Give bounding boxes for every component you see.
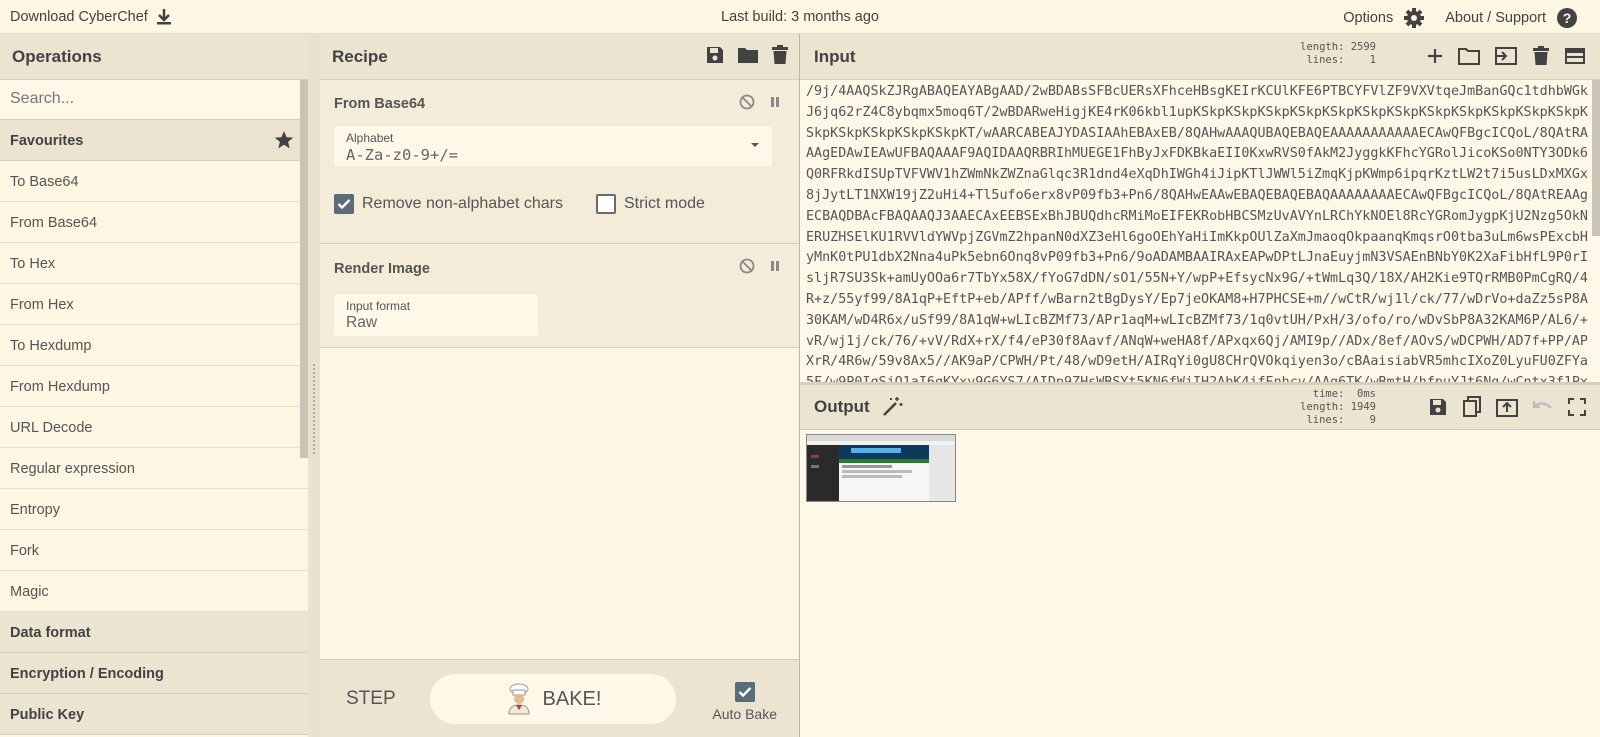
favourites-label[interactable]: Favourites <box>10 133 83 149</box>
maximize-icon[interactable] <box>1568 396 1586 418</box>
about-link[interactable]: About / Support <box>1445 10 1546 26</box>
input-stats: length: 2599 lines: 1 <box>1300 41 1376 67</box>
input-title: Input <box>814 47 856 66</box>
chef-icon[interactable] <box>505 683 533 715</box>
strict-mode-checkbox[interactable]: Strict mode <box>596 194 705 214</box>
top-banner: Download CyberChef Last build: 3 months … <box>0 0 1600 34</box>
open-folder-icon[interactable] <box>1458 46 1480 66</box>
length-label: length: <box>1300 401 1345 413</box>
operation-item[interactable]: Entropy <box>0 489 308 530</box>
layout-icon[interactable] <box>1564 46 1586 66</box>
operation-item[interactable]: To Hex <box>0 243 308 284</box>
checkbox-checked[interactable] <box>734 682 755 702</box>
input-format-label: Input format <box>346 299 411 313</box>
input-format-value[interactable]: Raw <box>346 314 377 332</box>
clear-input-icon[interactable] <box>1532 46 1550 66</box>
svg-text:?: ? <box>1563 10 1572 26</box>
pause-icon[interactable] <box>769 94 781 110</box>
operation-item[interactable]: From Hexdump <box>0 366 308 407</box>
bake-button[interactable]: BAKE! <box>430 674 676 724</box>
alphabet-value[interactable]: A-Za-z0-9+/= <box>346 146 458 164</box>
checkbox-unchecked[interactable] <box>596 194 616 214</box>
operations-title: Operations <box>12 47 102 66</box>
search-input[interactable]: Search... <box>0 80 308 120</box>
length-value: 2599 <box>1350 41 1376 53</box>
recipe-op-title: From Base64 <box>334 96 426 112</box>
recipe-op-from-base64[interactable]: From Base64 Alphabet A-Za-z0-9+/= Remove… <box>320 80 799 244</box>
operation-item[interactable]: Regular expression <box>0 448 308 489</box>
length-label: length: <box>1300 41 1345 53</box>
gear-icon[interactable] <box>1403 7 1425 29</box>
magic-wand-icon[interactable] <box>881 396 903 418</box>
options-link[interactable]: Options <box>1343 10 1393 26</box>
operations-header: Operations <box>0 34 308 80</box>
lines-value: 9 <box>1369 414 1376 426</box>
operation-item[interactable]: Fork <box>0 530 308 571</box>
input-textarea[interactable]: /9j/4AAQSkZJRgABAQEAYABgAAD/2wBDABsSFBcU… <box>800 80 1600 382</box>
category-favourites[interactable]: Favourites <box>0 120 308 161</box>
category-item[interactable]: Encryption / Encoding <box>0 653 308 694</box>
lines-label: lines: <box>1306 54 1345 66</box>
output-image <box>806 434 956 502</box>
auto-bake-toggle[interactable]: Auto Bake <box>712 682 777 722</box>
input-scrollbar[interactable] <box>1592 80 1600 236</box>
length-value: 1949 <box>1350 401 1376 413</box>
save-icon[interactable] <box>705 45 725 65</box>
operation-item[interactable]: From Base64 <box>0 202 308 243</box>
output-area[interactable] <box>800 430 1600 737</box>
bake-label[interactable]: BAKE! <box>543 688 602 711</box>
step-button[interactable]: STEP <box>346 688 396 710</box>
recipe-op-title: Render Image <box>334 261 430 277</box>
help-icon[interactable]: ? <box>1556 7 1578 29</box>
copy-icon[interactable] <box>1462 396 1482 418</box>
bake-bar: STEP BAKE! Auto Bake <box>320 659 799 737</box>
operation-item[interactable]: URL Decode <box>0 407 308 448</box>
trash-icon[interactable] <box>771 45 789 65</box>
operations-panel: Operations Search... Favourites To Base6… <box>0 34 308 737</box>
resize-handle-left[interactable] <box>308 34 320 737</box>
recipe-title: Recipe <box>332 47 388 66</box>
lines-label: lines: <box>1306 414 1345 426</box>
io-panel: Input length: 2599 lines: 1 /9j/4AAQSkZJ <box>800 34 1600 737</box>
open-file-icon[interactable] <box>1494 46 1518 66</box>
operation-item[interactable]: To Base64 <box>0 161 308 202</box>
output-title: Output <box>814 397 870 416</box>
operation-item[interactable]: Magic <box>0 571 308 612</box>
output-stats: time: 0ms length: 1949 lines: 9 <box>1300 388 1376 427</box>
checkbox-checked[interactable] <box>334 194 354 214</box>
add-tab-icon[interactable] <box>1426 46 1444 66</box>
save-output-icon[interactable] <box>1428 396 1448 418</box>
input-format-field[interactable]: Input format Raw <box>334 294 538 336</box>
star-icon[interactable] <box>274 130 294 154</box>
disable-icon[interactable] <box>739 94 755 110</box>
undo-icon[interactable] <box>1532 396 1554 418</box>
alphabet-select[interactable]: Alphabet A-Za-z0-9+/= <box>334 126 772 166</box>
disable-icon[interactable] <box>739 258 755 274</box>
recipe-panel: Recipe From Base64 Alphabet A-Za-z0-9+/=… <box>320 34 799 737</box>
operation-item[interactable]: To Hexdump <box>0 325 308 366</box>
time-label: time: <box>1312 388 1345 400</box>
strict-mode-label[interactable]: Strict mode <box>624 195 705 213</box>
operations-scrollbar[interactable] <box>300 80 308 458</box>
time-value: 0ms <box>1357 388 1376 400</box>
pause-icon[interactable] <box>769 258 781 274</box>
category-item[interactable]: Public Key <box>0 694 308 735</box>
remove-nonalphabet-label[interactable]: Remove non-alphabet chars <box>362 195 563 213</box>
replace-input-icon[interactable] <box>1496 396 1518 418</box>
alphabet-label: Alphabet <box>346 131 394 145</box>
recipe-op-render-image[interactable]: Render Image Input format Raw <box>320 244 799 348</box>
caret-down-icon[interactable] <box>750 142 760 148</box>
recipe-header: Recipe <box>320 34 799 80</box>
output-header: Output time: 0ms length: 1949 lines: 9 <box>800 382 1600 430</box>
category-item[interactable]: Data format <box>0 612 308 653</box>
auto-bake-label[interactable]: Auto Bake <box>712 706 777 722</box>
remove-nonalphabet-checkbox[interactable]: Remove non-alphabet chars <box>334 194 563 214</box>
operation-item[interactable]: From Hex <box>0 284 308 325</box>
input-header: Input length: 2599 lines: 1 <box>800 34 1600 80</box>
folder-icon[interactable] <box>737 45 759 65</box>
lines-value: 1 <box>1369 54 1376 66</box>
input-text[interactable]: /9j/4AAQSkZJRgABAQEAYABgAAD/2wBDABsSFBcU… <box>806 82 1588 382</box>
